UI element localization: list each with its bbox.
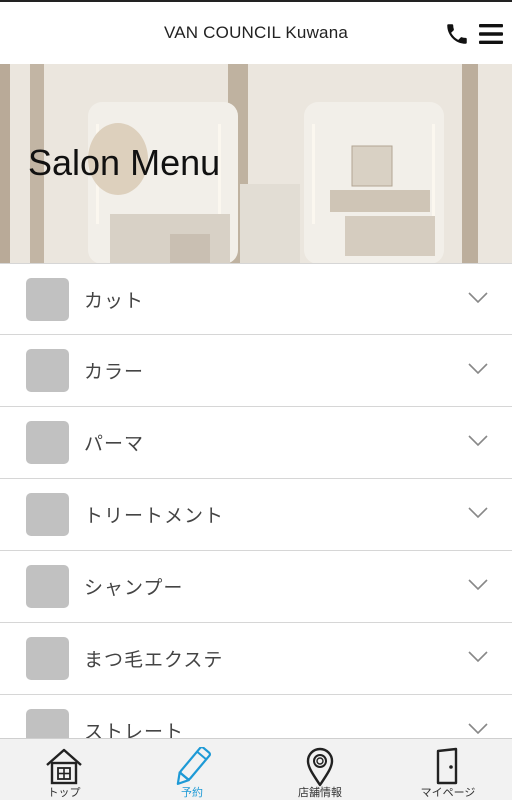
menu-item-color[interactable]: カラー (0, 335, 512, 407)
chevron-down-icon[interactable] (468, 363, 488, 375)
chevron-down-icon[interactable] (468, 651, 488, 663)
menu-item-label: カラー (84, 361, 145, 383)
menu-item-thumbnail (26, 637, 69, 680)
hero-banner: Salon Menu (0, 64, 512, 264)
menu-item-thumbnail (26, 349, 69, 392)
menu-item-straight[interactable]: ストレート (0, 695, 512, 738)
menu-item-eyelash-extension[interactable]: まつ毛エクステ (0, 623, 512, 695)
chevron-down-icon[interactable] (468, 579, 488, 591)
hamburger-menu-icon[interactable] (478, 22, 504, 46)
tab-reservation[interactable]: 予約 (128, 739, 256, 800)
menu-item-thumbnail (26, 277, 69, 321)
tab-top[interactable]: トップ (0, 739, 128, 800)
menu-item-thumbnail (26, 493, 69, 536)
salon-menu-list: カット カラー パーマ トリートメント シャンプー まつ毛エクステ ストレート (0, 263, 512, 738)
pencil-icon (176, 747, 212, 785)
tab-label: 予約 (181, 786, 203, 799)
tab-label: 店舗情報 (298, 786, 342, 799)
page-title: Salon Menu (28, 142, 221, 183)
bottom-tab-bar: トップ 予約 店舗情報 マイページ (0, 738, 512, 800)
tab-store-info[interactable]: 店舗情報 (256, 739, 384, 800)
menu-item-label: トリートメント (84, 505, 225, 527)
home-icon (46, 748, 82, 785)
chevron-down-icon[interactable] (468, 292, 488, 304)
menu-item-treatment[interactable]: トリートメント (0, 479, 512, 551)
phone-icon[interactable] (444, 21, 470, 47)
menu-item-label: パーマ (84, 433, 145, 455)
app-title: VAN COUNCIL Kuwana (163, 23, 349, 42)
menu-item-label: シャンプー (84, 577, 184, 599)
menu-item-thumbnail (26, 565, 69, 608)
menu-item-perm[interactable]: パーマ (0, 407, 512, 479)
menu-item-thumbnail (26, 709, 69, 738)
menu-item-thumbnail (26, 421, 69, 464)
menu-item-label: カット (84, 289, 145, 312)
menu-item-label: ストレート (84, 721, 185, 738)
menu-item-label: まつ毛エクステ (84, 649, 224, 671)
menu-item-cut[interactable]: カット (0, 263, 512, 335)
chevron-down-icon[interactable] (468, 435, 488, 447)
chevron-down-icon[interactable] (468, 723, 488, 735)
tab-label: マイページ (420, 786, 476, 799)
chevron-down-icon[interactable] (468, 507, 488, 519)
tab-label: トップ (47, 786, 81, 799)
map-pin-icon (306, 747, 334, 787)
app-header: VAN COUNCIL Kuwana (0, 0, 512, 64)
menu-item-shampoo[interactable]: シャンプー (0, 551, 512, 623)
door-icon (436, 747, 458, 785)
tab-my-page[interactable]: マイページ (384, 739, 512, 800)
